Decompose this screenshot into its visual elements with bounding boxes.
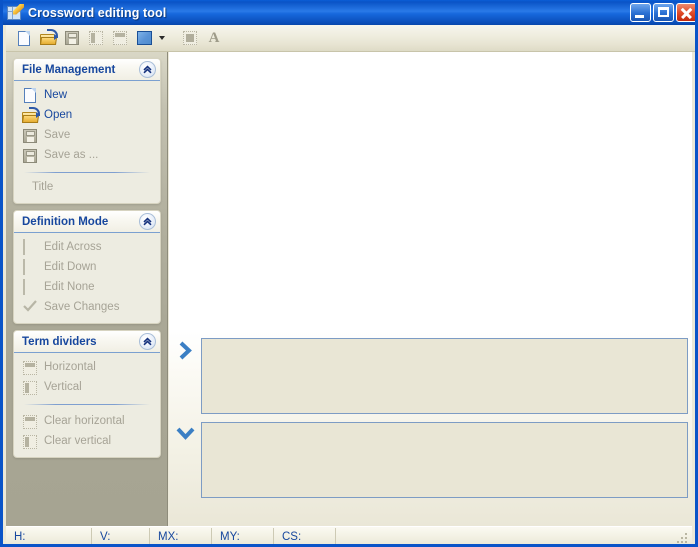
sidebar-item-open-label: Open [44, 109, 73, 121]
sidebar-task-pane: File Management New Open Save Save as ..… [6, 52, 168, 526]
sidebar-item-vertical[interactable]: Vertical [14, 377, 160, 397]
panel-file-management-title: File Management [22, 63, 116, 76]
checkmark-icon [23, 299, 37, 315]
sidebar-item-save-as-label: Save as ... [44, 149, 99, 161]
sidebar-item-horizontal-label: Horizontal [44, 361, 96, 373]
double-chevron-up-icon [143, 65, 152, 74]
sidebar-item-open[interactable]: Open [14, 105, 160, 125]
checkbox-icon [23, 278, 37, 295]
application-window: Crossword editing tool A File Management… [0, 0, 698, 547]
toolbar-vertical-divider-button[interactable] [84, 27, 108, 49]
maximize-button[interactable] [653, 3, 674, 22]
clue-row-down [169, 422, 688, 500]
vertical-divider-icon [89, 31, 103, 45]
clue-row-across [169, 338, 688, 416]
toolbar: A [6, 25, 695, 52]
filled-square-icon [183, 31, 197, 45]
sidebar-item-save-as[interactable]: Save as ... [14, 145, 160, 165]
sidebar-item-vertical-label: Vertical [44, 381, 82, 393]
horizontal-divider-icon [113, 31, 127, 45]
panel-term-dividers-collapse-button[interactable] [139, 333, 156, 350]
crossword-pencil-icon [7, 3, 24, 21]
letter-a-icon: A [208, 30, 220, 46]
sidebar-item-clear-vertical-label: Clear vertical [44, 435, 112, 447]
panel-definition-mode-collapse-button[interactable] [139, 213, 156, 230]
window-controls [630, 3, 695, 22]
panel-file-management-header[interactable]: File Management [14, 59, 160, 81]
minimize-button[interactable] [630, 3, 651, 22]
panel-separator [24, 404, 150, 405]
open-folder-icon [39, 29, 58, 45]
clue-editor-area [169, 331, 692, 526]
chevron-right-icon [179, 341, 192, 360]
sidebar-item-save-label: Save [44, 129, 71, 141]
vertical-divider-icon [23, 434, 37, 449]
toolbar-color-dropdown[interactable] [156, 27, 168, 49]
sidebar-item-edit-none-label: Edit None [44, 281, 95, 293]
toolbar-save-file-button[interactable] [60, 27, 84, 49]
toolbar-text-style-button[interactable]: A [202, 27, 226, 49]
sidebar-item-save-changes[interactable]: Save Changes [14, 297, 160, 317]
panel-file-management: File Management New Open Save Save as ..… [13, 58, 161, 204]
window-title: Crossword editing tool [28, 5, 167, 20]
sidebar-item-edit-down-label: Edit Down [44, 261, 97, 273]
new-document-icon [18, 30, 30, 46]
horizontal-divider-icon [23, 414, 37, 429]
toolbar-new-document-button[interactable] [12, 27, 36, 49]
floppy-disk-icon [23, 128, 37, 143]
main-canvas[interactable] [169, 52, 692, 526]
new-document-icon [23, 87, 37, 103]
sidebar-item-save[interactable]: Save [14, 125, 160, 145]
checkbox-icon [23, 258, 37, 275]
sidebar-item-save-changes-label: Save Changes [44, 301, 120, 313]
clue-across-input[interactable] [201, 338, 688, 414]
panel-separator [24, 172, 150, 173]
sidebar-item-new-label: New [44, 89, 68, 101]
horizontal-divider-icon [23, 360, 37, 375]
title-bar[interactable]: Crossword editing tool [3, 0, 695, 25]
sidebar-item-edit-none[interactable]: Edit None [14, 277, 160, 297]
chevron-down-icon [176, 427, 194, 440]
close-button[interactable] [676, 3, 695, 22]
double-chevron-up-icon [143, 217, 152, 226]
panel-definition-mode: Definition Mode Edit Across Edit Down Ed… [13, 210, 161, 324]
panel-file-management-collapse-button[interactable] [139, 61, 156, 78]
sidebar-item-edit-across[interactable]: Edit Across [14, 237, 160, 257]
sidebar-item-edit-down[interactable]: Edit Down [14, 257, 160, 277]
sidebar-item-horizontal[interactable]: Horizontal [14, 357, 160, 377]
panel-definition-mode-header[interactable]: Definition Mode [14, 211, 160, 233]
vertical-divider-icon [23, 380, 37, 395]
floppy-disk-icon [23, 148, 37, 163]
toolbar-open-file-button[interactable] [36, 27, 60, 49]
sidebar-item-clear-vertical[interactable]: Clear vertical [14, 431, 160, 451]
sidebar-item-clear-horizontal-label: Clear horizontal [44, 415, 125, 427]
toolbar-fill-square-button[interactable] [178, 27, 202, 49]
panel-term-dividers-header[interactable]: Term dividers [14, 331, 160, 353]
sidebar-item-new[interactable]: New [14, 85, 160, 105]
toolbar-horizontal-divider-button[interactable] [108, 27, 132, 49]
panel-file-management-body: New Open Save Save as ... Title [14, 81, 160, 203]
panel-term-dividers-body: Horizontal Vertical Clear horizontal Cle… [14, 353, 160, 457]
across-direction-indicator [169, 338, 201, 360]
down-direction-indicator [169, 422, 201, 442]
panel-definition-mode-title: Definition Mode [22, 215, 109, 228]
floppy-disk-icon [65, 31, 79, 45]
sidebar-title-field-label: Title [32, 181, 54, 193]
checkbox-icon [23, 238, 37, 255]
toolbar-color-swatch-button[interactable] [132, 27, 156, 49]
chevron-down-icon [159, 36, 165, 40]
clue-down-input[interactable] [201, 422, 688, 498]
double-chevron-up-icon [143, 337, 152, 346]
panel-definition-mode-body: Edit Across Edit Down Edit None Save Cha… [14, 233, 160, 323]
open-folder-icon [22, 106, 40, 123]
sidebar-item-edit-across-label: Edit Across [44, 241, 102, 253]
panel-term-dividers: Term dividers Horizontal Vertical Clear … [13, 330, 161, 458]
resize-grip-icon[interactable] [675, 529, 691, 545]
color-swatch-icon [136, 31, 152, 45]
sidebar-item-clear-horizontal[interactable]: Clear horizontal [14, 411, 160, 431]
panel-term-dividers-title: Term dividers [22, 335, 97, 348]
